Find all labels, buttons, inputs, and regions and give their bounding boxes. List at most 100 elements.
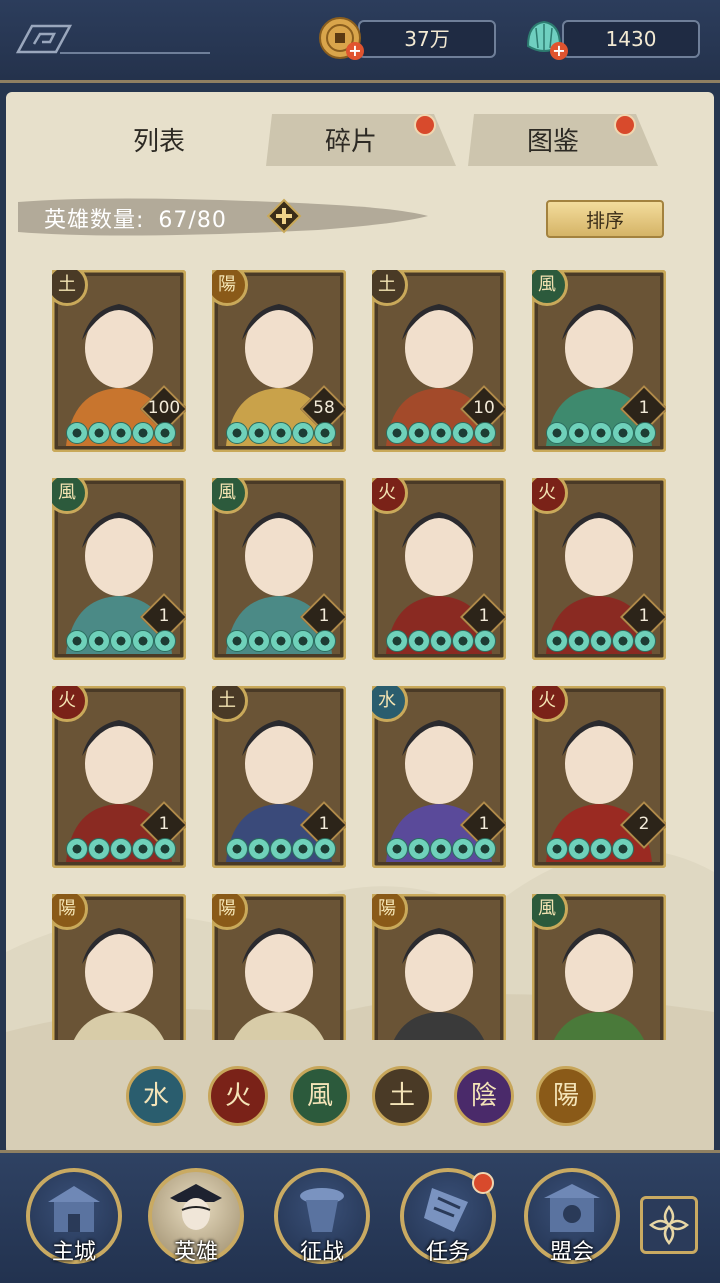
jade-star-icon [132, 838, 154, 860]
jade-star-icon [386, 838, 408, 860]
nav-heroes[interactable]: 英雄 [148, 1168, 244, 1265]
jade-star-icon [634, 422, 656, 444]
hero-card[interactable]: 土1 [212, 686, 346, 868]
tab-codex[interactable]: 图鉴 [468, 114, 658, 166]
jade-star-icon [292, 630, 314, 652]
nav-heroes-label: 英雄 [173, 1240, 218, 1265]
level-text: 1 [158, 606, 170, 626]
jade-star-icon [270, 422, 292, 444]
scroll-task-icon [424, 1188, 468, 1232]
tab-fragments[interactable]: 碎片 [266, 114, 456, 166]
hero-card[interactable]: 火2 [532, 686, 666, 868]
element-filter-button[interactable]: 水 [126, 1066, 186, 1126]
jade-star-icon [110, 630, 132, 652]
jade-star-icon [66, 838, 88, 860]
flower-menu-icon [648, 1204, 690, 1246]
jade-star-icon [546, 630, 568, 652]
tab-codex-label: 图鉴 [526, 127, 579, 157]
add-jade-button[interactable]: + [550, 42, 568, 60]
hero-card[interactable]: 水1 [372, 686, 506, 868]
jade-star-icon [612, 630, 634, 652]
jade-star-icon [88, 630, 110, 652]
jade-star-icon [612, 838, 634, 860]
hero-card[interactable]: 陽 [52, 894, 186, 1040]
jade-star-icon [568, 838, 590, 860]
jade-star-icon [154, 422, 176, 444]
hero-card[interactable]: 土 10 [372, 270, 506, 452]
jade-star-icon [474, 838, 496, 860]
hero-card[interactable]: 火1 [52, 686, 186, 868]
sort-button[interactable]: 排序 [546, 200, 664, 238]
jade-star-icon [568, 630, 590, 652]
element-filter-button[interactable]: 陰 [454, 1066, 514, 1126]
tab-list-label: 列表 [132, 127, 185, 157]
tab-list[interactable]: 列表 [64, 114, 254, 166]
hero-card[interactable]: 風1 [212, 478, 346, 660]
jade-star-icon [66, 422, 88, 444]
jade-star-icon [248, 838, 270, 860]
coin-amount: 37万 [358, 20, 496, 58]
jade-amount: 1430 [562, 20, 700, 58]
hero-card[interactable]: 陽 [372, 894, 506, 1040]
hero-card[interactable]: 土 100 [52, 270, 186, 452]
jade-star-icon [590, 422, 612, 444]
jade-star-icon [546, 838, 568, 860]
jade-star-icon [474, 422, 496, 444]
nav-tasks-label: 任务 [425, 1240, 470, 1265]
level-text: 1 [638, 606, 650, 626]
hero-card[interactable]: 陽 [212, 894, 346, 1040]
top-bar: 37万 + 1430 + [0, 0, 720, 83]
element-filter-button[interactable]: 陽 [536, 1066, 596, 1126]
nav-guild[interactable]: 盟会 [524, 1168, 620, 1265]
jade-star-icon [546, 422, 568, 444]
nav-tasks[interactable]: 任务 [400, 1168, 496, 1265]
jade-star-icon [452, 422, 474, 444]
castle-icon [48, 1186, 100, 1232]
more-menu-button[interactable] [640, 1196, 698, 1254]
nav-campaign-label: 征战 [299, 1240, 344, 1265]
notification-dot [614, 114, 636, 136]
hero-card[interactable]: 風 [532, 894, 666, 1040]
level-text: 1 [638, 398, 650, 418]
element-filter-button[interactable]: 火 [208, 1066, 268, 1126]
hero-card[interactable]: 火1 [532, 478, 666, 660]
jade-star-icon [154, 838, 176, 860]
jade-star-icon [88, 422, 110, 444]
element-filter-button[interactable]: 風 [290, 1066, 350, 1126]
notification-dot [414, 114, 436, 136]
add-coins-button[interactable]: + [346, 42, 364, 60]
jade-star-icon [226, 422, 248, 444]
level-text: 2 [638, 814, 650, 834]
jade-star-icon [226, 838, 248, 860]
nav-guild-label: 盟会 [549, 1240, 594, 1265]
jade-star-icon [430, 422, 452, 444]
level-text: 1 [478, 606, 490, 626]
level-text: 1 [478, 814, 490, 834]
nav-main-city[interactable]: 主城 [26, 1168, 122, 1265]
level-text: 58 [313, 398, 335, 418]
hero-card[interactable]: 陽 58 [212, 270, 346, 452]
hero-card[interactable]: 風1 [52, 478, 186, 660]
jade-star-icon [88, 838, 110, 860]
jade-star-icon [226, 630, 248, 652]
notification-dot [472, 1172, 494, 1194]
nav-main-city-label: 主城 [51, 1240, 96, 1265]
jade-star-icon [132, 630, 154, 652]
jade-star-icon [452, 630, 474, 652]
level-text: 1 [318, 606, 330, 626]
hero-card[interactable]: 風1 [532, 270, 666, 452]
tab-fragments-label: 碎片 [324, 127, 377, 157]
hero-count-value: 67/80 [158, 208, 227, 233]
jade-star-icon [590, 838, 612, 860]
element-filter-button[interactable]: 土 [372, 1066, 432, 1126]
nav-campaign[interactable]: 征战 [274, 1168, 370, 1265]
hero-count-bar: 英雄数量: 67/80 [18, 196, 428, 238]
hero-card[interactable]: 火1 [372, 478, 506, 660]
jade-star-icon [386, 630, 408, 652]
guild-hall-icon [544, 1184, 600, 1232]
level-text: 1 [318, 814, 330, 834]
jade-star-icon [634, 630, 656, 652]
expand-slots-button[interactable] [266, 198, 302, 234]
jade-star-icon [292, 838, 314, 860]
jade-star-icon [612, 422, 634, 444]
